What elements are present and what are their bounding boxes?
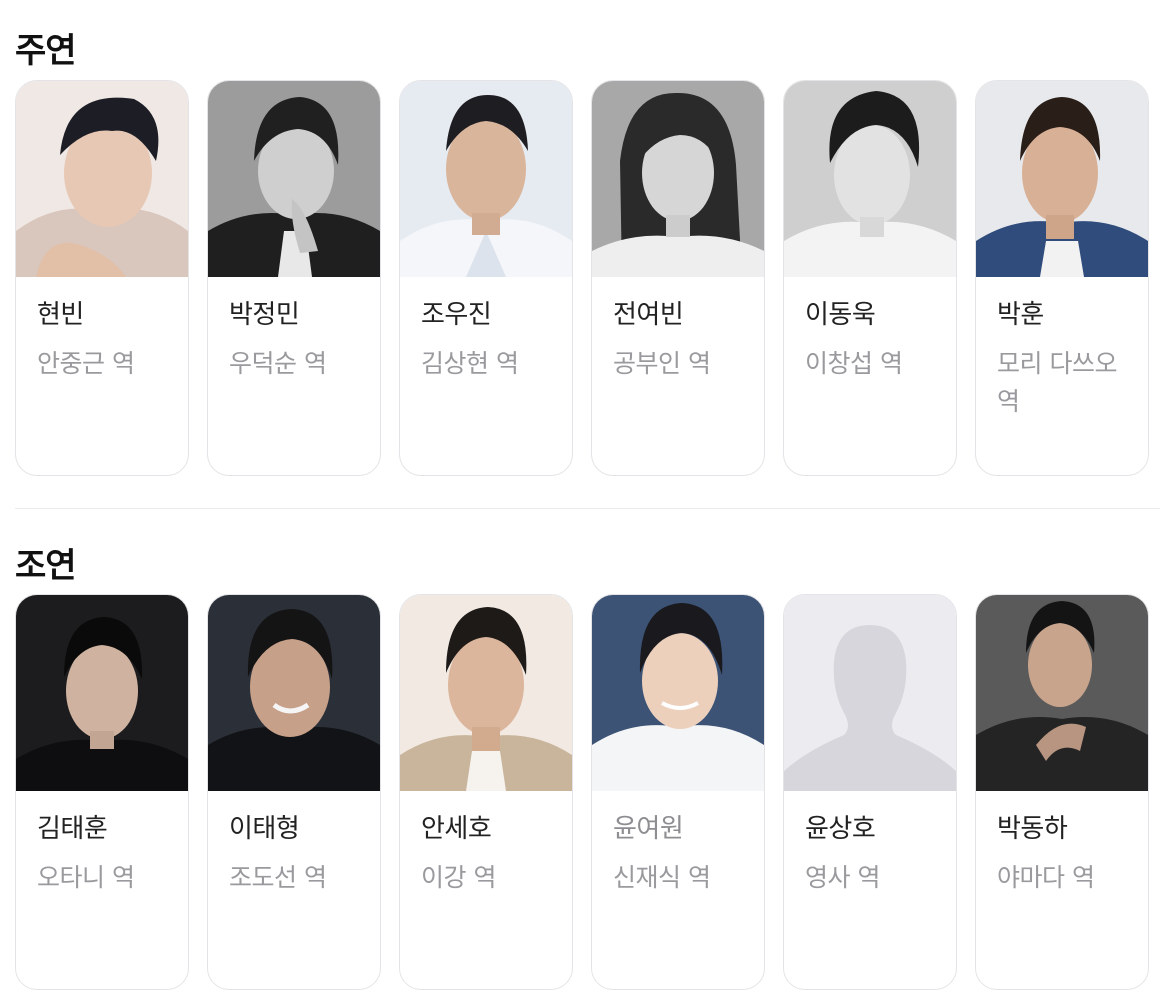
cast-card[interactable]: 이태형 조도선 역 <box>207 594 381 990</box>
role-name: 공부인 역 <box>613 349 711 378</box>
actor-name: 윤여원 <box>613 814 684 844</box>
role-name: 모리 다쓰오 역 <box>997 349 1117 416</box>
supporting-cast-row: 김태훈 오타니 역 이태형 조도선 역 안세호 이강 역 윤여원 신재식 역 윤… <box>15 594 1149 990</box>
cast-card[interactable]: 전여빈 공부인 역 <box>591 80 765 476</box>
actor-name: 박훈 <box>997 300 1044 330</box>
actor-name: 조우진 <box>421 300 492 330</box>
actor-photo <box>976 81 1148 277</box>
actor-name: 현빈 <box>37 300 84 330</box>
role-name: 영사 역 <box>805 863 880 892</box>
cast-card[interactable]: 조우진 김상현 역 <box>399 80 573 476</box>
cast-card[interactable]: 현빈 안중근 역 <box>15 80 189 476</box>
cast-card[interactable]: 이동욱 이창섭 역 <box>783 80 957 476</box>
lead-cast-row: 현빈 안중근 역 박정민 우덕순 역 조우진 김상현 역 전여빈 공부인 역 이… <box>15 80 1149 476</box>
role-name: 우덕순 역 <box>229 349 327 378</box>
actor-name: 박정민 <box>229 300 300 330</box>
actor-name: 안세호 <box>421 814 492 844</box>
actor-name: 박동하 <box>997 814 1068 844</box>
actor-name: 이동욱 <box>805 300 876 330</box>
cast-card[interactable]: 윤상호 영사 역 <box>783 594 957 990</box>
role-name: 이창섭 역 <box>805 349 903 378</box>
actor-name: 전여빈 <box>613 300 684 330</box>
cast-card[interactable]: 김태훈 오타니 역 <box>15 594 189 990</box>
section-divider <box>15 508 1160 509</box>
cast-card[interactable]: 박동하 야마다 역 <box>975 594 1149 990</box>
actor-photo <box>976 595 1148 791</box>
role-name: 조도선 역 <box>229 863 327 892</box>
cast-card[interactable]: 윤여원 신재식 역 <box>591 594 765 990</box>
actor-photo <box>400 81 572 277</box>
default-profile-icon <box>784 595 956 791</box>
actor-photo <box>592 81 764 277</box>
section-title-lead: 주연 <box>15 31 77 71</box>
actor-name: 윤상호 <box>805 814 876 844</box>
role-name: 김상현 역 <box>421 349 519 378</box>
role-name: 이강 역 <box>421 863 496 892</box>
cast-card[interactable]: 박훈 모리 다쓰오 역 <box>975 80 1149 476</box>
role-name: 오타니 역 <box>37 863 135 892</box>
actor-photo <box>784 81 956 277</box>
cast-card[interactable]: 박정민 우덕순 역 <box>207 80 381 476</box>
role-name: 야마다 역 <box>997 863 1095 892</box>
role-name: 신재식 역 <box>613 863 711 892</box>
actor-name: 김태훈 <box>37 814 108 844</box>
actor-photo <box>208 595 380 791</box>
actor-name: 이태형 <box>229 814 300 844</box>
actor-photo <box>208 81 380 277</box>
cast-card[interactable]: 안세호 이강 역 <box>399 594 573 990</box>
actor-photo <box>16 81 188 277</box>
section-title-supporting: 조연 <box>15 546 77 586</box>
role-name: 안중근 역 <box>37 349 135 378</box>
actor-photo <box>16 595 188 791</box>
actor-photo <box>592 595 764 791</box>
actor-photo <box>400 595 572 791</box>
